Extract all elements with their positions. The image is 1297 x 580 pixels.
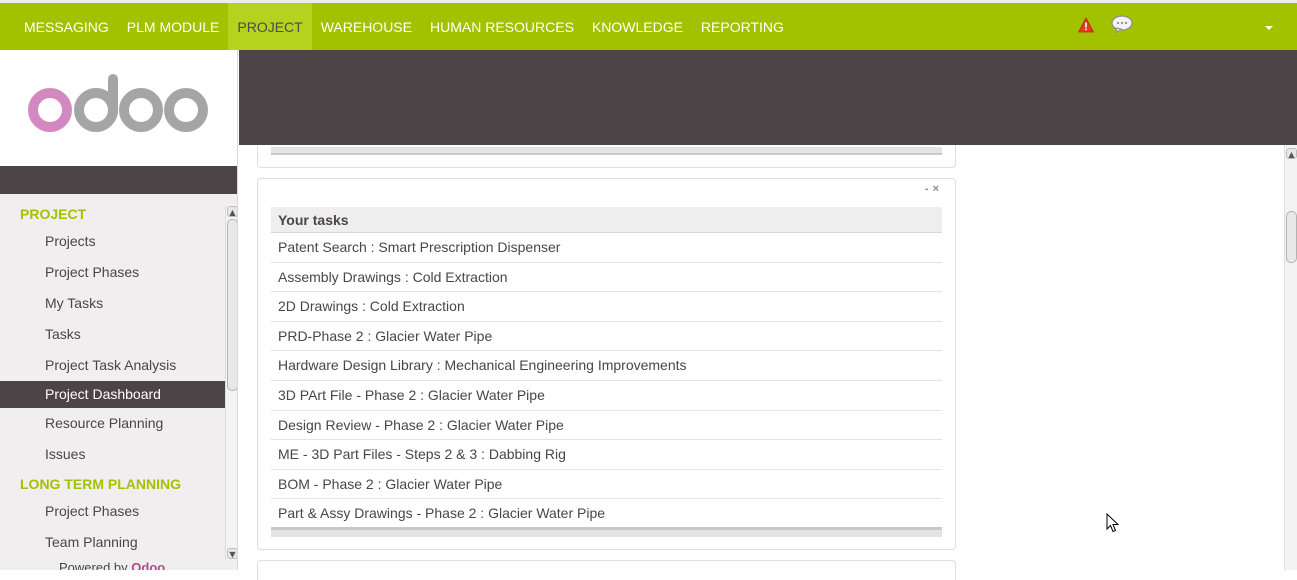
sidebar-item-lt-project-phases[interactable]: Project Phases — [0, 496, 225, 527]
sidebar-scroll-down-icon[interactable]: ▼ — [227, 548, 237, 559]
menu-item-messaging[interactable]: MESSAGING — [15, 3, 118, 50]
your-tasks-widget: -× Your tasks Patent Search : Smart Pres… — [257, 178, 956, 550]
chat-bubble-icon[interactable] — [1111, 15, 1133, 33]
main-scroll-thumb[interactable] — [1286, 211, 1297, 263]
task-row[interactable]: PRD-Phase 2 : Glacier Water Pipe — [271, 322, 942, 352]
chevron-down-icon[interactable] — [1262, 23, 1276, 33]
menu-item-knowledge[interactable]: KNOWLEDGE — [583, 3, 692, 50]
task-row[interactable]: Patent Search : Smart Prescription Dispe… — [271, 233, 942, 263]
sidebar-scroll-up-icon[interactable]: ▲ — [227, 206, 237, 217]
sidebar-item-project-phases[interactable]: Project Phases — [0, 257, 225, 288]
tasks-list: Your tasks Patent Search : Smart Prescri… — [271, 207, 942, 529]
dashboard-content: -× Your tasks Patent Search : Smart Pres… — [239, 145, 1284, 580]
widget-controls: -× — [925, 183, 943, 195]
sidebar-item-project-dashboard[interactable]: Project Dashboard — [0, 381, 225, 408]
sidebar-item-issues[interactable]: Issues — [0, 439, 225, 470]
main-scroll-up-icon[interactable]: ▲ — [1286, 148, 1297, 159]
main-menu: MESSAGING PLM MODULE PROJECT WAREHOUSE H… — [15, 3, 793, 50]
top-menu-bar: MESSAGING PLM MODULE PROJECT WAREHOUSE H… — [0, 0, 1297, 50]
tasks-list-footer-bar — [271, 527, 942, 537]
section-title-long-term-planning: LONG TERM PLANNING — [20, 476, 181, 492]
task-row[interactable]: ME - 3D Part Files - Steps 2 & 3 : Dabbi… — [271, 440, 942, 470]
sidebar-scrollbar[interactable]: ▲ ▼ — [225, 205, 237, 560]
task-row[interactable]: Design Review - Phase 2 : Glacier Water … — [271, 411, 942, 441]
sidebar: PROJECT Projects Project Phases My Tasks… — [0, 50, 238, 570]
logo-area — [0, 50, 237, 166]
sidebar-item-my-tasks[interactable]: My Tasks — [0, 288, 225, 319]
task-row[interactable]: Part & Assy Drawings - Phase 2 : Glacier… — [271, 499, 942, 529]
powered-by: Powered by Odoo — [59, 560, 165, 570]
sidebar-item-project-task-analysis[interactable]: Project Task Analysis — [0, 350, 225, 381]
menu-item-plm-module[interactable]: PLM MODULE — [118, 3, 229, 50]
previous-widget-footer-bar — [271, 147, 942, 155]
tasks-list-header: Your tasks — [271, 207, 942, 233]
menu-item-warehouse[interactable]: WAREHOUSE — [312, 3, 421, 50]
task-row[interactable]: 2D Drawings : Cold Extraction — [271, 292, 942, 322]
main-header-band — [239, 50, 1297, 145]
next-widget-panel — [257, 560, 956, 580]
sidebar-item-resource-planning[interactable]: Resource Planning — [0, 408, 225, 439]
task-row[interactable]: BOM - Phase 2 : Glacier Water Pipe — [271, 470, 942, 500]
menu-item-human-resources[interactable]: HUMAN RESOURCES — [421, 3, 583, 50]
sidebar-item-tasks[interactable]: Tasks — [0, 319, 225, 350]
menu-item-reporting[interactable]: REPORTING — [692, 3, 793, 50]
sidebar-item-projects[interactable]: Projects — [0, 226, 225, 257]
previous-widget-panel — [257, 145, 956, 168]
powered-by-label: Powered by — [59, 560, 128, 570]
warning-triangle-icon[interactable] — [1078, 17, 1094, 33]
close-icon[interactable]: × — [933, 183, 943, 195]
sidebar-item-team-planning[interactable]: Team Planning — [0, 527, 225, 558]
main-scrollbar[interactable]: ▲ — [1284, 145, 1297, 570]
sidebar-scroll-thumb[interactable] — [227, 219, 237, 391]
sidebar-menu: PROJECT Projects Project Phases My Tasks… — [0, 202, 225, 558]
section-title-project: PROJECT — [20, 206, 87, 222]
task-row[interactable]: Assembly Drawings : Cold Extraction — [271, 263, 942, 293]
menu-item-project[interactable]: PROJECT — [228, 3, 312, 50]
task-row[interactable]: 3D PArt File - Phase 2 : Glacier Water P… — [271, 381, 942, 411]
powered-by-brand-link[interactable]: Odoo — [131, 560, 165, 570]
sidebar-header-strip — [0, 166, 237, 194]
minimize-icon[interactable]: - — [925, 183, 933, 195]
mouse-pointer-icon — [1106, 513, 1120, 533]
odoo-logo[interactable] — [26, 74, 210, 136]
task-row[interactable]: Hardware Design Library : Mechanical Eng… — [271, 351, 942, 381]
